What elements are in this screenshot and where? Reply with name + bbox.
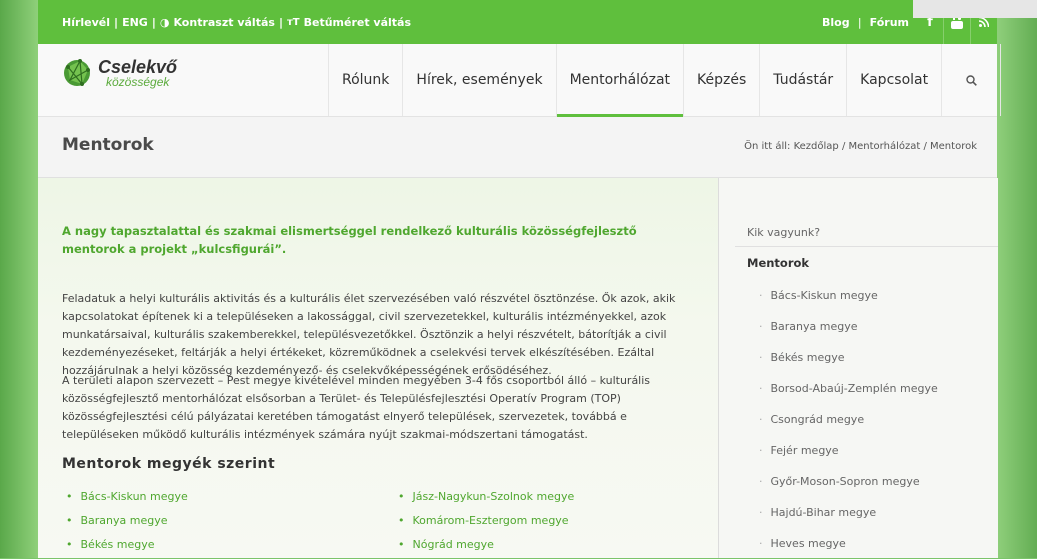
page-background-right (997, 0, 1037, 558)
sidebar-item[interactable]: Bács-Kiskun megye (759, 280, 938, 311)
nav-item-mentorhalozat[interactable]: Mentorhálózat (555, 44, 684, 117)
nav-item-rolunk[interactable]: Rólunk (328, 44, 402, 116)
section-heading: Mentorok megyék szerint (62, 456, 276, 472)
breadcrumb-mentorhalozat[interactable]: Mentorhálózat (849, 141, 921, 152)
sidebar-item[interactable]: Békés megye (759, 342, 938, 373)
contrast-toggle[interactable]: Kontraszt váltás (173, 16, 274, 29)
nav-item-kepzes[interactable]: Képzés (683, 44, 759, 116)
sidebar-item[interactable]: Győr-Moson-Sopron megye (759, 466, 938, 497)
sidebar-parent-link[interactable]: Kik vagyunk? (747, 226, 820, 239)
county-list-left: Bács-Kiskun megye Baranya megye Békés me… (66, 484, 188, 556)
font-size-toggle[interactable]: Betűméret váltás (304, 16, 411, 29)
breadcrumb: Ön itt áll: Kezdőlap / Mentorhálózat / M… (744, 141, 977, 152)
page-title-bar: Mentorok Ön itt áll: Kezdőlap / Mentorhá… (38, 117, 997, 178)
sidebar-current-page[interactable]: Mentorok (747, 256, 809, 270)
sidebar-item[interactable]: Fejér megye (759, 435, 938, 466)
utility-bar: Hírlevél | ENG | ◑ Kontraszt váltás | ᴛT… (38, 0, 997, 44)
intro-paragraph: Feladatuk a helyi kulturális aktivitás é… (62, 292, 676, 377)
page-background-left (0, 0, 38, 558)
sidebar: Kik vagyunk? Mentorok Bács-Kiskun megye … (718, 178, 998, 558)
list-item[interactable]: Bács-Kiskun megye (66, 484, 188, 508)
search-icon (965, 74, 977, 86)
list-item[interactable]: Békés megye (66, 532, 188, 556)
search-button[interactable] (941, 44, 1002, 116)
nav-item-tudastar[interactable]: Tudástár (759, 44, 846, 116)
newsletter-link[interactable]: Hírlevél (62, 16, 110, 29)
site-header: Cselekvő közösségek Rólunk Hírek, esemén… (38, 44, 1002, 117)
sidebar-divider (735, 246, 998, 247)
corner-tab (913, 0, 1037, 18)
sidebar-county-list: Bács-Kiskun megye Baranya megye Békés me… (759, 280, 938, 559)
sidebar-item[interactable]: Hajdú-Bihar megye (759, 497, 938, 528)
lead-text: A nagy tapasztalattal és szakmai elismer… (62, 224, 637, 256)
page-title: Mentorok (62, 135, 154, 155)
main-nav: Rólunk Hírek, események Mentorhálózat Ké… (328, 44, 1002, 117)
font-size-icon: ᴛT (286, 17, 300, 28)
nav-item-hirek[interactable]: Hírek, események (402, 44, 555, 116)
logo-icon (62, 58, 92, 88)
sidebar-item[interactable]: Baranya megye (759, 311, 938, 342)
list-item[interactable]: Jász-Nagykun-Szolnok megye (398, 484, 575, 508)
nav-item-kapcsolat[interactable]: Kapcsolat (846, 44, 941, 116)
list-item[interactable]: Komárom-Esztergom megye (398, 508, 574, 532)
language-link[interactable]: ENG (122, 16, 148, 29)
site-logo[interactable]: Cselekvő közösségek (62, 58, 177, 88)
breadcrumb-current: Mentorok (930, 141, 977, 152)
contrast-icon: ◑ (159, 16, 170, 29)
sidebar-item[interactable]: Borsod-Abaúj-Zemplén megye (759, 373, 938, 404)
logo-text-main: Cselekvő (98, 56, 178, 77)
list-item[interactable]: Baranya megye (66, 508, 188, 532)
breadcrumb-home[interactable]: Kezdőlap (794, 141, 839, 152)
main-content: A nagy tapasztalattal és szakmai elismer… (38, 178, 718, 558)
sidebar-item[interactable]: Csongrád megye (759, 404, 938, 435)
sidebar-item[interactable]: Heves megye (759, 528, 938, 559)
forum-link[interactable]: Fórum (862, 16, 917, 29)
blog-link[interactable]: Blog (814, 16, 858, 29)
network-paragraph: A területi alapon szervezett – Pest megy… (62, 374, 651, 441)
list-item[interactable]: Nógrád megye (398, 532, 574, 556)
county-list-right: Jász-Nagykun-Szolnok megye Komárom-Eszte… (398, 484, 575, 556)
logo-text-sub: közösségek (106, 74, 170, 89)
